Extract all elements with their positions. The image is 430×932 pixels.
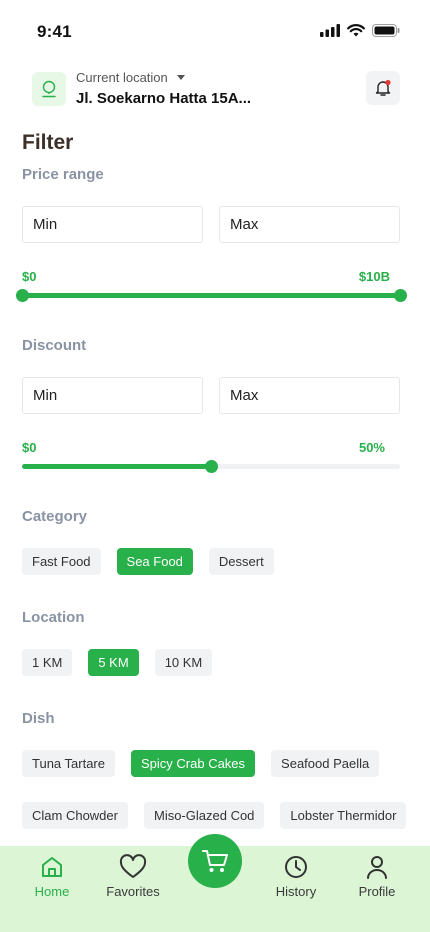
location-chips: 1 KM 5 KM 10 KM bbox=[22, 649, 213, 676]
user-icon bbox=[367, 856, 387, 879]
discount-slider-handle[interactable] bbox=[205, 460, 218, 473]
nav-home-label: Home bbox=[34, 884, 70, 899]
nav-favorites-label: Favorites bbox=[106, 884, 160, 899]
discount-max-input[interactable] bbox=[219, 377, 400, 414]
category-chip-dessert[interactable]: Dessert bbox=[208, 548, 274, 575]
home-icon bbox=[42, 857, 62, 877]
cellular-signal-icon bbox=[320, 24, 340, 37]
status-icons bbox=[320, 24, 400, 37]
wifi-icon bbox=[347, 24, 365, 37]
nav-history-label: History bbox=[275, 884, 317, 899]
nav-profile[interactable]: Profile bbox=[342, 854, 412, 899]
discount-slider[interactable] bbox=[22, 460, 400, 473]
dish-chips-row-2: Clam Chowder Miso-Glazed Cod Lobster The… bbox=[22, 802, 407, 829]
location-header: Current location Jl. Soekarno Hatta 15A.… bbox=[22, 70, 400, 108]
price-range-fill bbox=[22, 293, 400, 298]
heart-icon bbox=[119, 854, 147, 878]
cart-icon bbox=[202, 850, 228, 872]
dish-chip-seafood-paella[interactable]: Seafood Paella bbox=[271, 750, 380, 777]
dish-chip-tuna-tartare[interactable]: Tuna Tartare bbox=[22, 750, 115, 777]
nav-profile-label: Profile bbox=[358, 884, 396, 899]
caret-down-icon bbox=[176, 75, 185, 80]
location-chip-10km[interactable]: 10 KM bbox=[154, 649, 213, 676]
category-label: Category bbox=[22, 508, 88, 525]
price-range-max-label: $10B bbox=[358, 269, 390, 284]
discount-fill bbox=[22, 464, 211, 469]
price-max-input[interactable] bbox=[219, 206, 400, 243]
category-chip-sea-food[interactable]: Sea Food bbox=[116, 548, 193, 575]
page-title: Filter bbox=[22, 131, 74, 154]
current-location-label: Current location bbox=[76, 70, 168, 85]
category-chip-fast-food[interactable]: Fast Food bbox=[22, 548, 101, 575]
nav-history[interactable]: History bbox=[261, 854, 331, 899]
dish-chip-miso-glazed-cod[interactable]: Miso-Glazed Cod bbox=[143, 802, 265, 829]
dish-chip-spicy-crab-cakes[interactable]: Spicy Crab Cakes bbox=[131, 750, 256, 777]
location-filter-label: Location bbox=[22, 609, 85, 626]
price-min-input[interactable] bbox=[22, 206, 203, 243]
bell-icon bbox=[375, 79, 391, 96]
dish-chip-lobster-thermidor[interactable]: Lobster Thermidor bbox=[280, 802, 407, 829]
current-location-dropdown[interactable]: Current location bbox=[76, 70, 185, 85]
price-range-label: Price range bbox=[22, 166, 104, 183]
notifications-button[interactable] bbox=[366, 71, 400, 105]
dish-label: Dish bbox=[22, 710, 55, 727]
dish-chip-clam-chowder[interactable]: Clam Chowder bbox=[22, 802, 128, 829]
dish-chips-row-1: Tuna Tartare Spicy Crab Cakes Seafood Pa… bbox=[22, 750, 380, 777]
discount-label: Discount bbox=[22, 337, 87, 354]
clock-icon bbox=[285, 856, 307, 878]
location-chip-1km[interactable]: 1 KM bbox=[22, 649, 73, 676]
discount-min-input[interactable] bbox=[22, 377, 203, 414]
price-slider-max-handle[interactable] bbox=[394, 289, 407, 302]
cart-button[interactable] bbox=[188, 834, 242, 888]
battery-icon bbox=[372, 24, 400, 37]
status-time: 9:41 bbox=[37, 22, 72, 41]
discount-range-min-label: $0 bbox=[22, 440, 37, 455]
nav-home[interactable]: Home bbox=[17, 854, 87, 899]
category-chips: Fast Food Sea Food Dessert bbox=[22, 548, 274, 575]
location-chip-5km[interactable]: 5 KM bbox=[88, 649, 139, 676]
location-pin-icon bbox=[42, 80, 56, 98]
price-range-min-label: $0 bbox=[22, 269, 37, 284]
price-range-slider[interactable] bbox=[16, 289, 407, 302]
location-pin-button[interactable] bbox=[32, 72, 66, 106]
status-bar: 9:41 bbox=[0, 0, 430, 62]
current-location-value: Jl. Soekarno Hatta 15A... bbox=[76, 90, 252, 107]
discount-range-max-label: 50% bbox=[358, 440, 385, 455]
nav-favorites[interactable]: Favorites bbox=[98, 854, 168, 899]
price-slider-min-handle[interactable] bbox=[16, 289, 29, 302]
